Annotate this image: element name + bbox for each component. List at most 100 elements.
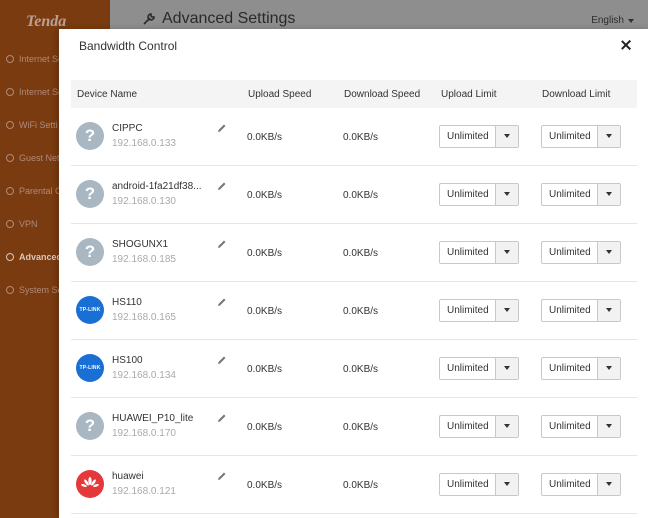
upload-speed: 0.0KB/s [247,306,283,317]
bandwidth-control-modal: Bandwidth Control Device Name Upload Spe… [59,29,648,518]
device-ip: 192.168.0.165 [112,312,176,323]
chevron-down-icon [495,416,518,437]
upload-limit-select[interactable]: Unlimited [439,183,519,206]
device-ip: 192.168.0.170 [112,428,176,439]
upload-speed: 0.0KB/s [247,190,283,201]
device-ip: 192.168.0.134 [112,370,176,381]
chevron-down-icon [597,126,620,147]
download-limit-select[interactable]: Unlimited [541,125,621,148]
chevron-down-icon [495,474,518,495]
wrench-icon [6,253,14,261]
device-ip: 192.168.0.133 [112,138,176,149]
table-row: ? HUAWEI_P10_lite 192.168.0.170 0.0KB/s … [71,398,637,456]
unknown-device-icon: ? [76,122,104,150]
tp-link-icon: TP-LINK [76,354,104,382]
device-name: SHOGUNX1 [112,239,169,250]
device-ip: 192.168.0.185 [112,254,176,265]
device-name: HS100 [112,355,143,366]
gear-icon [6,286,14,294]
chevron-down-icon [495,126,518,147]
download-speed: 0.0KB/s [343,306,379,317]
table-row: TP-LINK HS110 192.168.0.165 0.0KB/s 0.0K… [71,282,637,340]
globe-icon [6,88,14,96]
globe-icon [6,55,14,63]
edit-icon[interactable] [217,297,227,307]
chevron-down-icon [495,358,518,379]
download-limit-select[interactable]: Unlimited [541,473,621,496]
download-limit-select[interactable]: Unlimited [541,415,621,438]
download-limit-select[interactable]: Unlimited [541,299,621,322]
table-row: huawei 192.168.0.121 0.0KB/s 0.0KB/s Unl… [71,456,637,514]
device-table: Device Name Upload Speed Download Speed … [71,80,637,518]
huawei-icon [76,470,104,498]
chevron-down-icon [597,300,620,321]
table-header: Device Name Upload Speed Download Speed … [71,80,637,108]
table-body: ? CIPPC 192.168.0.133 0.0KB/s 0.0KB/s Un… [71,108,637,514]
edit-icon[interactable] [217,355,227,365]
download-speed: 0.0KB/s [343,422,379,433]
unknown-device-icon: ? [76,412,104,440]
unknown-device-icon: ? [76,238,104,266]
download-limit-select[interactable]: Unlimited [541,241,621,264]
language-selector[interactable]: English [591,15,634,26]
modal-title: Bandwidth Control [79,39,178,53]
table-row: ? CIPPC 192.168.0.133 0.0KB/s 0.0KB/s Un… [71,108,637,166]
upload-limit-select[interactable]: Unlimited [439,125,519,148]
edit-icon[interactable] [217,413,227,423]
download-speed: 0.0KB/s [343,132,379,143]
chevron-down-icon [597,358,620,379]
chevron-down-icon [495,300,518,321]
upload-speed: 0.0KB/s [247,480,283,491]
chevron-down-icon [495,184,518,205]
table-row: ? SHOGUNX1 192.168.0.185 0.0KB/s 0.0KB/s… [71,224,637,282]
device-name: CIPPC [112,123,143,134]
edit-icon[interactable] [217,239,227,249]
edit-icon[interactable] [217,123,227,133]
table-row: TP-LINK HS100 192.168.0.134 0.0KB/s 0.0K… [71,340,637,398]
upload-speed: 0.0KB/s [247,422,283,433]
upload-limit-select[interactable]: Unlimited [439,299,519,322]
device-ip: 192.168.0.130 [112,196,176,207]
chevron-down-icon [495,242,518,263]
device-name: HS110 [112,297,142,308]
chevron-down-icon [597,416,620,437]
upload-speed: 0.0KB/s [247,132,283,143]
device-name: huawei [112,471,144,482]
chevron-down-icon [597,184,620,205]
vpn-icon [6,220,14,228]
download-speed: 0.0KB/s [343,248,379,259]
wrench-icon [143,13,155,25]
chevron-down-icon [597,242,620,263]
table-row: ? android-1fa21df38... 192.168.0.130 0.0… [71,166,637,224]
download-speed: 0.0KB/s [343,364,379,375]
download-speed: 0.0KB/s [343,190,379,201]
guest-icon [6,154,14,162]
download-limit-select[interactable]: Unlimited [541,183,621,206]
column-upload-speed: Upload Speed [248,89,312,100]
unknown-device-icon: ? [76,180,104,208]
device-ip: 192.168.0.121 [112,486,176,497]
edit-icon[interactable] [217,181,227,191]
edit-icon[interactable] [217,471,227,481]
upload-limit-select[interactable]: Unlimited [439,473,519,496]
upload-limit-select[interactable]: Unlimited [439,415,519,438]
parental-icon [6,187,14,195]
download-limit-select[interactable]: Unlimited [541,357,621,380]
chevron-down-icon [628,19,634,23]
upload-speed: 0.0KB/s [247,364,283,375]
column-upload-limit: Upload Limit [441,89,497,100]
device-name: HUAWEI_P10_lite [112,413,194,424]
chevron-down-icon [597,474,620,495]
column-device-name: Device Name [77,89,138,100]
download-speed: 0.0KB/s [343,480,379,491]
upload-limit-select[interactable]: Unlimited [439,241,519,264]
tp-link-icon: TP-LINK [76,296,104,324]
column-download-limit: Download Limit [542,89,611,100]
device-name: android-1fa21df38... [112,181,202,192]
column-download-speed: Download Speed [344,89,421,100]
upload-speed: 0.0KB/s [247,248,283,259]
close-icon[interactable] [618,37,634,53]
upload-limit-select[interactable]: Unlimited [439,357,519,380]
page-title: Advanced Settings [142,10,295,28]
huawei-petal-icon [81,477,99,488]
